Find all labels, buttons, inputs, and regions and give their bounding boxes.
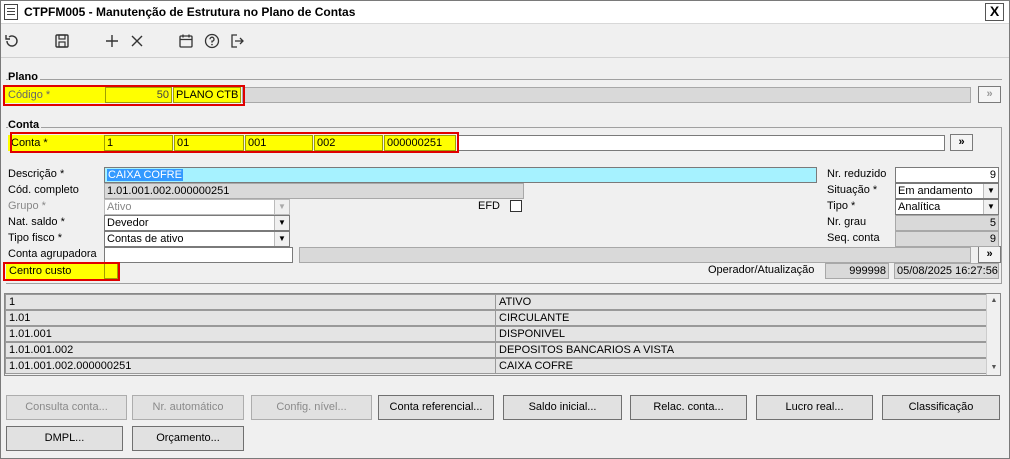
conta-referencial-button[interactable]: Conta referencial...	[378, 395, 494, 420]
tree-code: 1.01.001.002	[5, 342, 496, 358]
nr-reduzido-field[interactable]: 9	[895, 167, 999, 183]
tree-name: DEPOSITOS BANCARIOS A VISTA	[495, 342, 987, 358]
lucro-real-button[interactable]: Lucro real...	[756, 395, 873, 420]
refresh-icon[interactable]	[1, 30, 23, 52]
app-icon	[4, 4, 18, 20]
tree-code: 1.01.001.002.000000251	[5, 358, 496, 374]
situacao-label: Situação *	[827, 184, 878, 196]
tree-row[interactable]: 1.01.001.002 DEPOSITOS BANCARIOS A VISTA	[5, 342, 987, 358]
add-icon[interactable]	[101, 30, 123, 52]
seq-conta-label: Seq. conta	[827, 232, 880, 244]
conta-agrupadora-field[interactable]	[104, 247, 293, 263]
nr-reduzido-label: Nr. reduzido	[827, 168, 887, 180]
tipo-fisco-select[interactable]: Contas de ativo ▼	[104, 231, 290, 247]
save-icon[interactable]	[51, 30, 73, 52]
chevron-down-icon: ▼	[274, 232, 289, 246]
nr-automatico-button[interactable]: Nr. automático	[132, 395, 244, 420]
descricao-input[interactable]: CAIXA COFRE	[104, 167, 817, 183]
calendar-icon[interactable]	[175, 30, 197, 52]
help-icon[interactable]	[201, 30, 223, 52]
seq-conta-field: 9	[895, 231, 999, 247]
window-title: CTPFM005 - Manutenção de Estrutura no Pl…	[24, 5, 356, 19]
chevron-down-icon: ▼	[983, 184, 998, 198]
classificacao-button[interactable]: Classificação	[882, 395, 1000, 420]
tree-row[interactable]: 1 ATIVO	[5, 294, 987, 310]
nr-grau-field: 5	[895, 215, 999, 231]
chevron-down-icon: ▼	[983, 200, 998, 214]
exit-icon[interactable]	[226, 30, 248, 52]
plano-group-border	[6, 79, 1002, 80]
nat-saldo-label: Nat. saldo *	[8, 216, 65, 228]
conta-annotation-box	[10, 132, 459, 153]
efd-label: EFD	[478, 200, 500, 212]
descricao-label: Descrição *	[8, 168, 65, 180]
situacao-select[interactable]: Em andamento ▼	[895, 183, 999, 199]
descricao-value: CAIXA COFRE	[107, 169, 183, 181]
chevron-down-icon: ▼	[274, 200, 289, 214]
tipo-value: Analítica	[898, 201, 941, 213]
grupo-select[interactable]: Ativo ▼	[104, 199, 290, 215]
dmpl-button[interactable]: DMPL...	[6, 426, 123, 451]
tree-scrollbar[interactable]: ▲ ▼	[986, 294, 1000, 375]
tree-name: CIRCULANTE	[495, 310, 987, 326]
tree-name: ATIVO	[495, 294, 987, 310]
conta-lookup-button[interactable]: »	[950, 134, 973, 151]
efd-checkbox[interactable]	[510, 200, 522, 212]
consulta-conta-button[interactable]: Consulta conta...	[6, 395, 127, 420]
conta-group-bottom-border	[6, 283, 1002, 284]
account-tree: 1 ATIVO 1.01 CIRCULANTE 1.01.001 DISPONI…	[4, 293, 1001, 376]
tree-name: DISPONIVEL	[495, 326, 987, 342]
atualizacao-field: 05/08/2025 16:27:56	[894, 263, 999, 279]
centro-custo-annotation-box	[3, 262, 120, 281]
conta-group-right-border	[1001, 127, 1002, 284]
conta-agrupadora-lookup-button[interactable]: »	[978, 246, 1001, 263]
situacao-value: Em andamento	[898, 185, 973, 197]
tree-name: CAIXA COFRE	[495, 358, 987, 374]
operador-label: Operador/Atualização	[708, 264, 815, 276]
close-button[interactable]: X	[985, 3, 1004, 21]
codigo-annotation-box	[3, 85, 245, 106]
tree-code: 1	[5, 294, 496, 310]
tipo-select[interactable]: Analítica ▼	[895, 199, 999, 215]
toolbar-divider	[0, 57, 1010, 58]
saldo-inicial-button[interactable]: Saldo inicial...	[503, 395, 622, 420]
config-nivel-button[interactable]: Config. nível...	[251, 395, 372, 420]
nat-saldo-value: Devedor	[107, 217, 149, 229]
chevron-down-icon: ▼	[274, 216, 289, 230]
grupo-value: Ativo	[107, 201, 132, 213]
conta-agrupadora-name-field	[299, 247, 971, 263]
tipo-fisco-value: Contas de ativo	[107, 233, 184, 245]
plano-group-label: Plano	[8, 71, 40, 83]
conta-agrupadora-label: Conta agrupadora	[8, 248, 97, 260]
operador-field: 999998	[825, 263, 889, 279]
plano-extra-field	[242, 87, 971, 103]
plano-lookup-button[interactable]: »	[978, 86, 1001, 103]
delete-icon[interactable]	[126, 30, 148, 52]
tipo-label: Tipo *	[827, 200, 856, 212]
conta-group-label: Conta	[8, 119, 42, 131]
orcamento-button[interactable]: Orçamento...	[132, 426, 244, 451]
relac-conta-button[interactable]: Relac. conta...	[630, 395, 747, 420]
tree-code: 1.01	[5, 310, 496, 326]
tipo-fisco-label: Tipo fisco *	[8, 232, 63, 244]
conta-group-border	[6, 127, 1002, 128]
cod-completo-field: 1.01.001.002.000000251	[104, 183, 524, 199]
toolbar	[0, 24, 1010, 58]
tree-row[interactable]: 1.01.001 DISPONIVEL	[5, 326, 987, 342]
conta-extra-field	[457, 135, 945, 151]
tree-row[interactable]: 1.01.001.002.000000251 CAIXA COFRE	[5, 358, 987, 374]
tree-row[interactable]: 1.01 CIRCULANTE	[5, 310, 987, 326]
grupo-label: Grupo *	[8, 200, 46, 212]
scroll-up-icon[interactable]: ▲	[987, 294, 1001, 308]
tree-code: 1.01.001	[5, 326, 496, 342]
nat-saldo-select[interactable]: Devedor ▼	[104, 215, 290, 231]
nr-grau-label: Nr. grau	[827, 216, 867, 228]
cod-completo-label: Cód. completo	[8, 184, 79, 196]
scroll-down-icon[interactable]: ▼	[987, 361, 1001, 375]
